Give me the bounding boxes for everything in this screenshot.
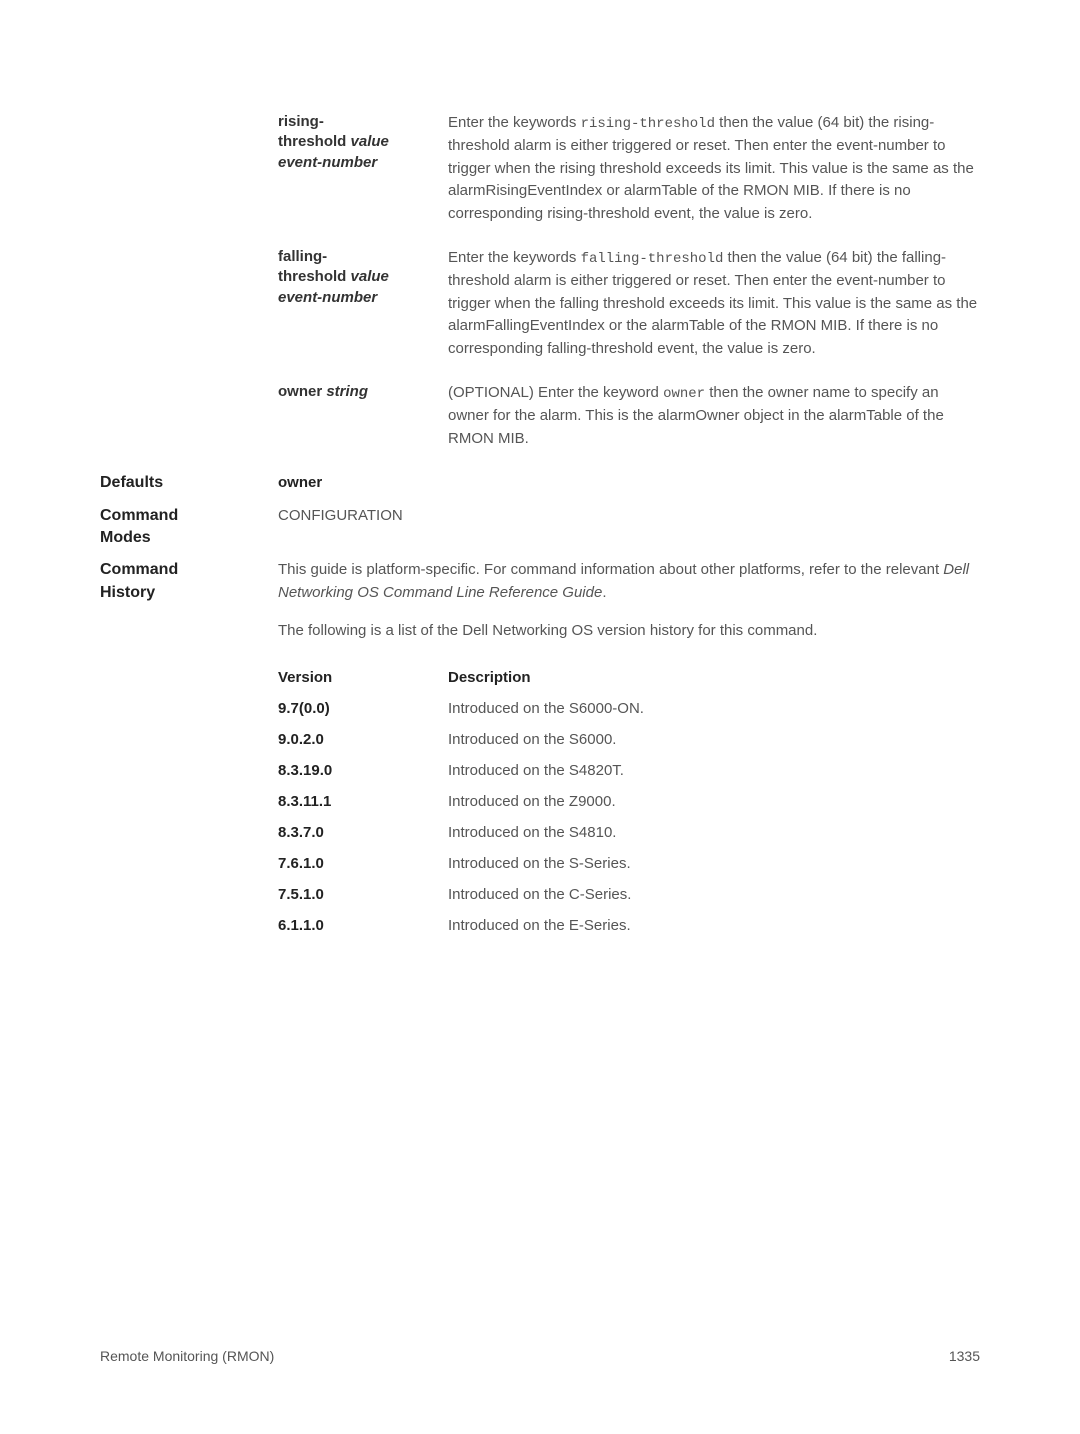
command-history-label: Command History [100, 559, 278, 659]
version-cell: 7.5.1.0 [278, 886, 448, 903]
version-cell: 8.3.19.0 [278, 762, 448, 779]
parameter-label: rising- threshold value event-number [278, 112, 448, 225]
table-row: 8.3.7.0 Introduced on the S4810. [278, 824, 980, 841]
version-history-table: Version Description 9.7(0.0) Introduced … [100, 669, 980, 934]
table-row: 9.0.2.0 Introduced on the S6000. [278, 731, 980, 748]
footer-page-number: 1335 [949, 1348, 980, 1364]
description-cell: Introduced on the S4820T. [448, 762, 980, 779]
parameter-row: falling- threshold value event-number En… [100, 247, 980, 360]
description-cell: Introduced on the E-Series. [448, 917, 980, 934]
version-cell: 9.0.2.0 [278, 731, 448, 748]
desc-mono: falling-threshold [581, 251, 724, 267]
table-row: 7.6.1.0 Introduced on the S-Series. [278, 855, 980, 872]
description-cell: Introduced on the S-Series. [448, 855, 980, 872]
parameter-description: (OPTIONAL) Enter the keyword owner then … [448, 382, 980, 450]
param-label-line: threshold [278, 133, 351, 150]
param-label-ital: event-number [278, 154, 377, 171]
footer-title: Remote Monitoring (RMON) [100, 1348, 274, 1364]
history-text: This guide is platform-specific. For com… [278, 561, 943, 578]
defaults-label: Defaults [100, 472, 278, 495]
history-text: . [602, 584, 606, 601]
label-line: Modes [100, 529, 151, 546]
version-cell: 6.1.1.0 [278, 917, 448, 934]
param-label-line: falling- [278, 248, 327, 265]
param-label-line: owner [278, 383, 326, 400]
history-paragraph: This guide is platform-specific. For com… [278, 559, 980, 604]
description-cell: Introduced on the S6000-ON. [448, 700, 980, 717]
page-container: rising- threshold value event-number Ent… [0, 0, 1080, 1434]
table-row: 6.1.1.0 Introduced on the E-Series. [278, 917, 980, 934]
table-row: 8.3.11.1 Introduced on the Z9000. [278, 793, 980, 810]
table-row: 9.7(0.0) Introduced on the S6000-ON. [278, 700, 980, 717]
command-history-body: This guide is platform-specific. For com… [278, 559, 980, 659]
desc-mono: owner [663, 386, 705, 402]
parameter-description: Enter the keywords falling-threshold the… [448, 247, 980, 360]
history-paragraph: The following is a list of the Dell Netw… [278, 620, 980, 643]
label-line: History [100, 584, 155, 601]
label-line: Command [100, 507, 178, 524]
parameter-label: owner string [278, 382, 448, 450]
description-cell: Introduced on the Z9000. [448, 793, 980, 810]
defaults-row: Defaults owner [100, 472, 980, 495]
command-modes-row: Command Modes CONFIGURATION [100, 505, 980, 550]
description-cell: Introduced on the S4810. [448, 824, 980, 841]
defaults-value-text: owner [278, 474, 322, 491]
page-footer: Remote Monitoring (RMON) 1335 [100, 1348, 980, 1364]
param-label-ital: string [326, 383, 368, 400]
desc-text: Enter the keywords [448, 114, 581, 131]
desc-mono: rising-threshold [581, 116, 715, 132]
description-cell: Introduced on the C-Series. [448, 886, 980, 903]
version-header-c1: Version [278, 669, 448, 686]
description-cell: Introduced on the S6000. [448, 731, 980, 748]
version-cell: 8.3.11.1 [278, 793, 448, 810]
defaults-value: owner [278, 472, 980, 495]
table-row: 7.5.1.0 Introduced on the C-Series. [278, 886, 980, 903]
version-table-header: Version Description [278, 669, 980, 686]
version-cell: 7.6.1.0 [278, 855, 448, 872]
version-header-c2: Description [448, 669, 980, 686]
table-row: 8.3.19.0 Introduced on the S4820T. [278, 762, 980, 779]
command-history-row: Command History This guide is platform-s… [100, 559, 980, 659]
command-modes-label: Command Modes [100, 505, 278, 550]
desc-text: Enter the keywords [448, 249, 581, 266]
parameter-label: falling- threshold value event-number [278, 247, 448, 360]
parameter-description: Enter the keywords rising-threshold then… [448, 112, 980, 225]
desc-text: (OPTIONAL) Enter the keyword [448, 384, 663, 401]
version-cell: 9.7(0.0) [278, 700, 448, 717]
param-label-ital: value [351, 133, 389, 150]
param-label-ital: event-number [278, 289, 377, 306]
param-label-line: threshold [278, 268, 351, 285]
label-line: Command [100, 561, 178, 578]
version-cell: 8.3.7.0 [278, 824, 448, 841]
param-label-line: rising- [278, 113, 324, 130]
param-label-ital: value [351, 268, 389, 285]
parameter-row: owner string (OPTIONAL) Enter the keywor… [100, 382, 980, 450]
command-modes-value: CONFIGURATION [278, 505, 980, 550]
parameter-row: rising- threshold value event-number Ent… [100, 112, 980, 225]
